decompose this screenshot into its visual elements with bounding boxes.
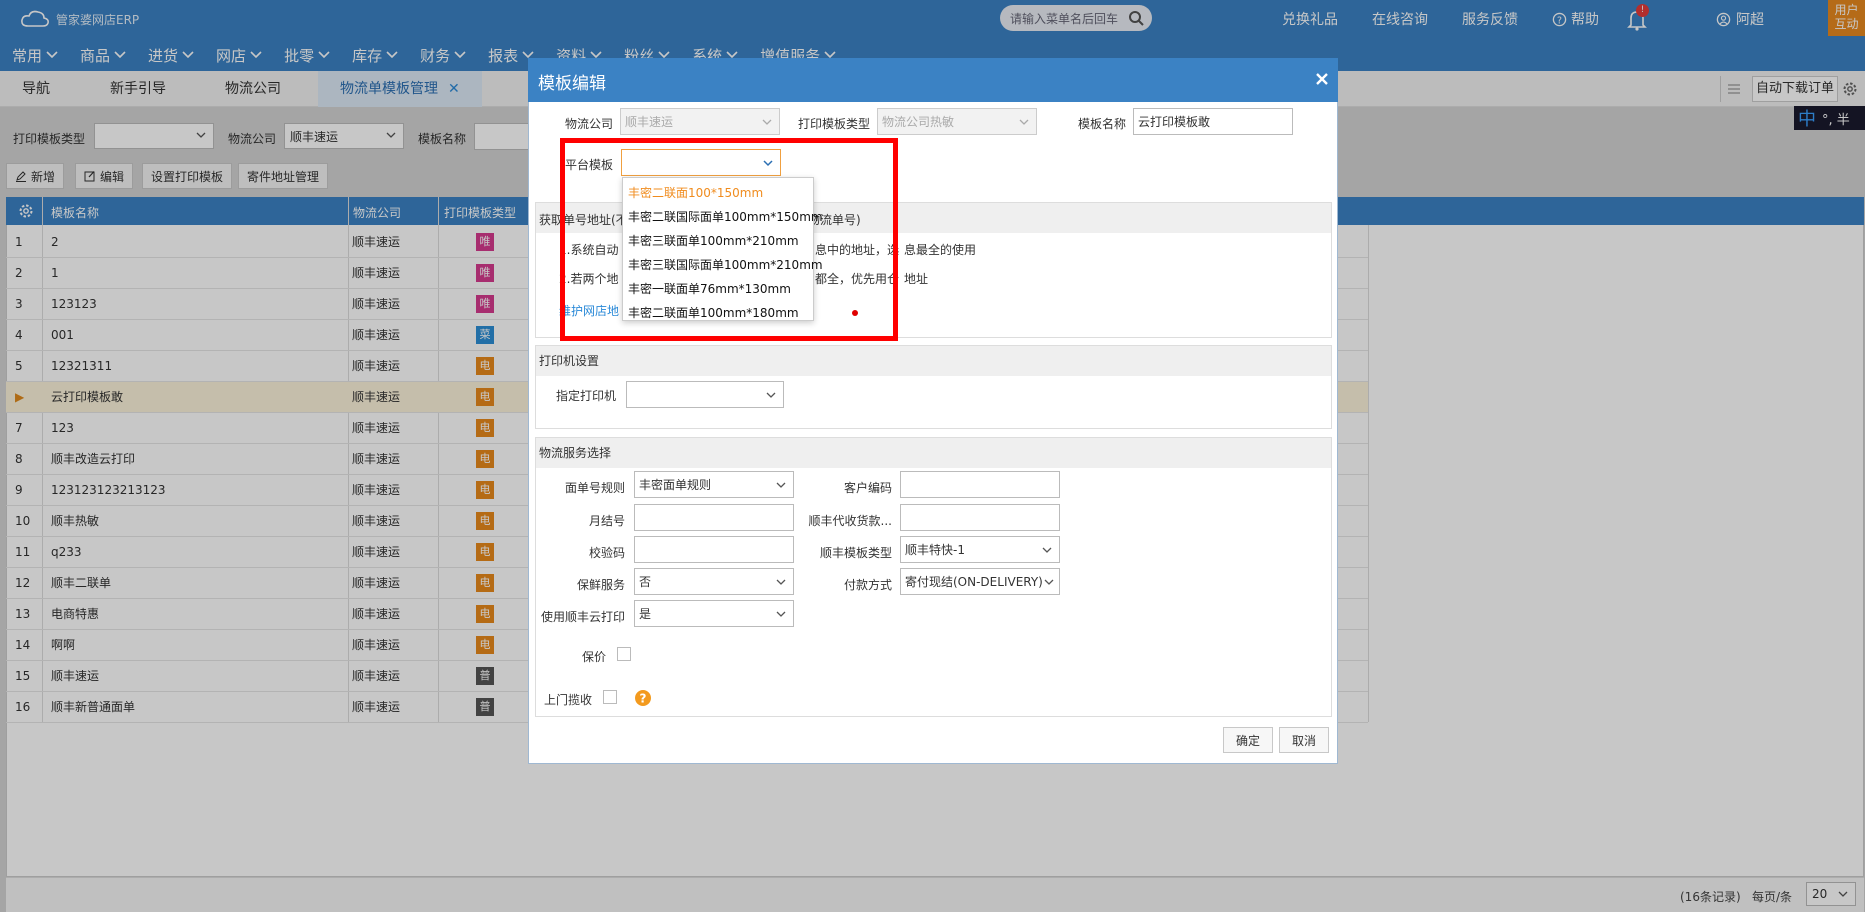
dlg-print-type-select: 物流公司热敏 <box>877 108 1037 135</box>
sf-type-select[interactable]: 顺丰特快-1 <box>900 536 1060 563</box>
dropdown-option[interactable]: 丰密二联面单100mm*180mm <box>628 301 799 325</box>
dropdown-option[interactable]: 丰密二联面100*150mm <box>628 181 763 205</box>
printer-select[interactable] <box>626 381 784 408</box>
dlg-name-input[interactable]: 云打印模板敢 <box>1133 108 1293 135</box>
dlg-print-type-label: 打印模板类型 <box>797 117 870 131</box>
dropdown-option[interactable]: 丰密三联面单100mm*210mm <box>628 229 799 253</box>
chevron-down-icon <box>1019 119 1029 125</box>
input-value: 云打印模板敢 <box>1138 115 1211 129</box>
printer-section-header: 打印机设置 <box>536 346 1331 376</box>
fresh-service-label: 保鲜服务 <box>576 578 625 592</box>
cloud-print-select[interactable]: 是 <box>634 600 794 627</box>
rule-select[interactable]: 丰密面单规则 <box>634 471 794 498</box>
chevron-down-icon <box>776 611 786 617</box>
address-rule-1-end: 息最全的使用 <box>904 243 977 257</box>
fresh-service-select[interactable]: 否 <box>634 568 794 595</box>
cod-label: 顺丰代收货款... <box>808 514 892 528</box>
close-icon[interactable] <box>1315 72 1329 86</box>
help-tip-icon[interactable]: ? <box>634 689 652 707</box>
select-value: 否 <box>639 575 652 589</box>
svg-text:?: ? <box>640 692 647 706</box>
service-section-header: 物流服务选择 <box>536 438 1331 468</box>
select-value: 顺丰特快-1 <box>905 543 965 557</box>
cod-input[interactable] <box>900 504 1060 531</box>
dropdown-option[interactable]: 丰密二联国际面单100mm*150mm <box>628 205 823 229</box>
ok-button[interactable]: 确定 <box>1223 727 1273 753</box>
sf-type-label: 顺丰模板类型 <box>819 546 892 560</box>
annotation-dot <box>852 310 858 316</box>
button-label: 确定 <box>1235 733 1260 748</box>
chevron-down-icon <box>766 392 776 398</box>
dialog-header: 模板编辑 <box>528 58 1338 102</box>
rule-label: 面单号规则 <box>564 481 625 495</box>
chevron-down-icon <box>1043 576 1055 588</box>
dlg-company-select: 顺丰速运 <box>620 108 780 135</box>
chevron-down-icon <box>776 482 786 488</box>
customer-code-label: 客户编码 <box>843 481 892 495</box>
dropdown-option[interactable]: 丰密一联面单76mm*130mm <box>628 277 791 301</box>
payment-label: 付款方式 <box>843 578 892 592</box>
cloud-print-label: 使用顺丰云打印 <box>540 610 625 624</box>
monthly-input[interactable] <box>634 504 794 531</box>
select-value: 顺丰速运 <box>625 115 674 129</box>
select-value: 是 <box>639 607 652 621</box>
dlg-name-label: 模板名称 <box>1077 117 1126 131</box>
customer-code-input[interactable] <box>900 471 1060 498</box>
chevron-down-icon <box>762 119 772 125</box>
monthly-label: 月结号 <box>588 514 625 528</box>
pickup-checkbox[interactable] <box>603 690 617 704</box>
printer-label: 指定打印机 <box>555 389 616 403</box>
cancel-button[interactable]: 取消 <box>1279 727 1329 753</box>
button-label: 取消 <box>1291 733 1316 748</box>
insurance-checkbox[interactable] <box>617 647 631 661</box>
dlg-company-label: 物流公司 <box>564 117 613 131</box>
pickup-label: 上门揽收 <box>543 693 592 707</box>
insurance-label: 保价 <box>581 650 606 664</box>
payment-select[interactable]: 寄付现结(ON-DELIVERY) <box>900 568 1060 595</box>
address-rule-2-end: 地址 <box>904 272 929 286</box>
select-value: 寄付现结(ON-DELIVERY) <box>905 575 1043 589</box>
select-value: 物流公司热敏 <box>882 115 955 129</box>
dropdown-option[interactable]: 丰密三联国际面单100mm*210mm <box>628 253 823 277</box>
chevron-down-icon <box>776 579 786 585</box>
select-value: 丰密面单规则 <box>639 478 712 492</box>
dialog-title: 模板编辑 <box>538 74 606 94</box>
check-code-label: 校验码 <box>588 546 625 560</box>
chevron-down-icon <box>1042 547 1052 553</box>
check-code-input[interactable] <box>634 536 794 563</box>
